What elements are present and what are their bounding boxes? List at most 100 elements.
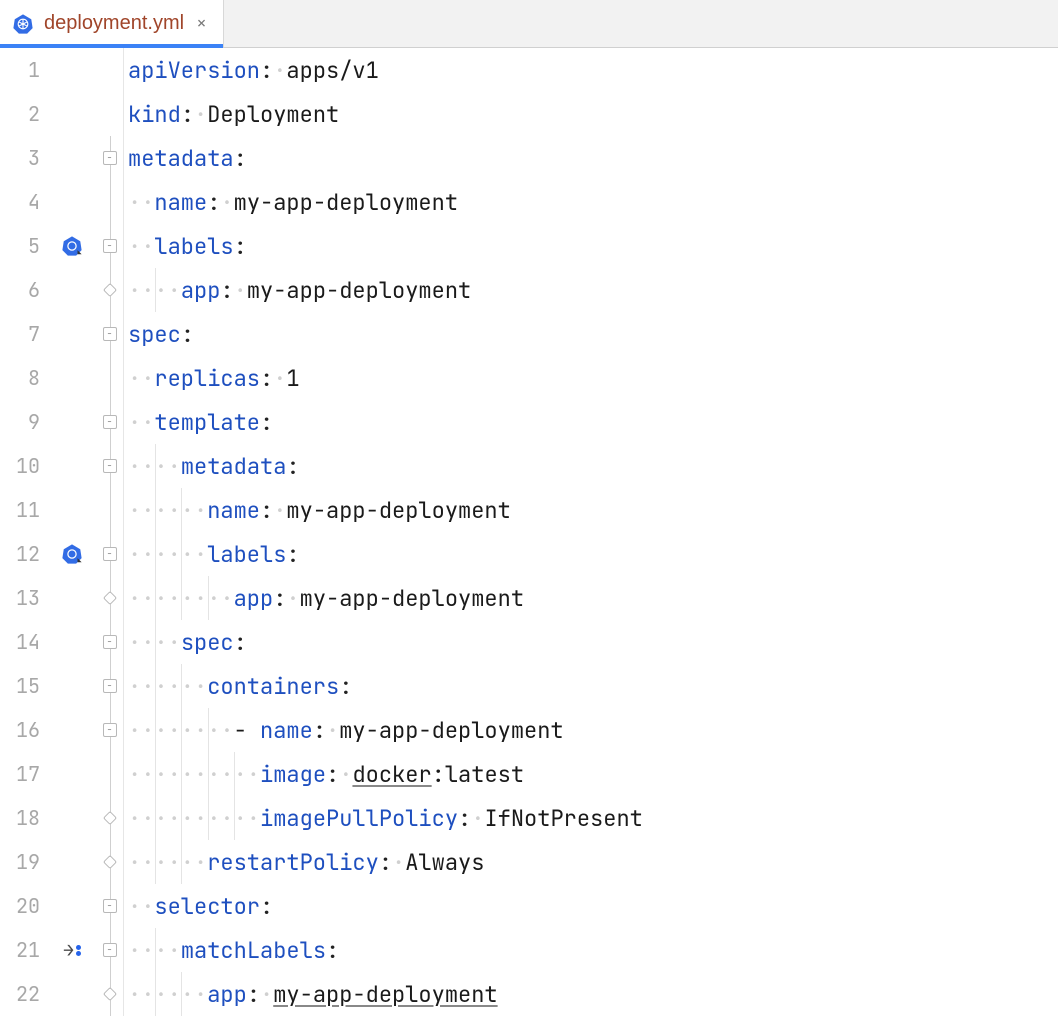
fold-end-icon[interactable]	[102, 987, 116, 1001]
gutter-row: 11	[0, 488, 96, 532]
code-text: ··········image:·docker:latest	[128, 760, 524, 789]
gutter-row: 22	[0, 972, 96, 1016]
code-line[interactable]: ····matchLabels:	[128, 928, 1058, 972]
fold-row: −	[96, 400, 123, 444]
fold-toggle-icon[interactable]: −	[103, 239, 117, 253]
code-line[interactable]: ······restartPolicy:·Always	[128, 840, 1058, 884]
gutter-row: 12	[0, 532, 96, 576]
code-line[interactable]: ········- name:·my-app-deployment	[128, 708, 1058, 752]
fold-row: −	[96, 928, 123, 972]
line-number: 12	[0, 541, 48, 567]
fold-toggle-icon[interactable]: −	[103, 679, 117, 693]
gutter-row: 17	[0, 752, 96, 796]
gutter-row: 6	[0, 268, 96, 312]
kubernetes-gutter-icon[interactable]	[61, 235, 83, 257]
code-line[interactable]: ··labels:	[128, 224, 1058, 268]
code-area[interactable]: apiVersion:·apps/v1 kind:·Deployment metad…	[124, 48, 1058, 1016]
code-line[interactable]: ······containers:	[128, 664, 1058, 708]
fold-row: −	[96, 136, 123, 180]
gutter-row: 15	[0, 664, 96, 708]
code-editor[interactable]: 123456789101112131415161718192021→22 −−−…	[0, 48, 1058, 1016]
line-number: 16	[0, 717, 48, 743]
code-line[interactable]: ····app:·my-app-deployment	[128, 268, 1058, 312]
fold-end-icon[interactable]	[102, 811, 116, 825]
breakpoint-icon[interactable]: →	[63, 939, 81, 962]
kubernetes-icon	[12, 13, 34, 35]
code-line[interactable]: ··template:	[128, 400, 1058, 444]
fold-toggle-icon[interactable]: −	[103, 723, 117, 737]
line-number: 19	[0, 849, 48, 875]
code-text: ······containers:	[128, 672, 352, 701]
code-line[interactable]: ······app:·my-app-deployment	[128, 972, 1058, 1016]
editor-tab[interactable]: deployment.yml ×	[0, 0, 224, 47]
code-text: ········- name:·my-app-deployment	[128, 716, 564, 745]
code-line[interactable]: ··name:·my-app-deployment	[128, 180, 1058, 224]
gutter-row: 4	[0, 180, 96, 224]
fold-toggle-icon[interactable]: −	[103, 151, 117, 165]
gutter-row: 14	[0, 620, 96, 664]
gutter-row: 1	[0, 48, 96, 92]
code-line[interactable]: ····spec:	[128, 620, 1058, 664]
kubernetes-gutter-icon[interactable]	[61, 543, 83, 565]
gutter-icons: →	[48, 939, 96, 962]
line-number: 15	[0, 673, 48, 699]
code-line[interactable]: metadata:	[128, 136, 1058, 180]
fold-row: −	[96, 664, 123, 708]
code-line[interactable]: kind:·Deployment	[128, 92, 1058, 136]
code-line[interactable]: ··········image:·docker:latest	[128, 752, 1058, 796]
code-line[interactable]: ······name:·my-app-deployment	[128, 488, 1058, 532]
fold-toggle-icon[interactable]: −	[103, 327, 117, 341]
code-line[interactable]: ········app:·my-app-deployment	[128, 576, 1058, 620]
gutter-row: 2	[0, 92, 96, 136]
fold-end-icon[interactable]	[102, 283, 116, 297]
code-text: ··template:	[128, 408, 273, 437]
fold-end-icon[interactable]	[102, 855, 116, 869]
gutter-row: 7	[0, 312, 96, 356]
fold-toggle-icon[interactable]: −	[103, 415, 117, 429]
code-text: kind:·Deployment	[128, 100, 339, 129]
code-line[interactable]: ··selector:	[128, 884, 1058, 928]
line-number: 17	[0, 761, 48, 787]
code-text: apiVersion:·apps/v1	[128, 56, 379, 85]
code-line[interactable]: ······labels:	[128, 532, 1058, 576]
fold-end-icon[interactable]	[102, 591, 116, 605]
fold-toggle-icon[interactable]: −	[103, 547, 117, 561]
code-text: ······name:·my-app-deployment	[128, 496, 511, 525]
line-number: 3	[0, 145, 48, 171]
fold-toggle-icon[interactable]: −	[103, 899, 117, 913]
gutter-row: 16	[0, 708, 96, 752]
code-text: ····matchLabels:	[128, 936, 339, 965]
line-number: 8	[0, 365, 48, 391]
gutter-icons	[48, 235, 96, 257]
fold-toggle-icon[interactable]: −	[103, 459, 117, 473]
code-line[interactable]: apiVersion:·apps/v1	[128, 48, 1058, 92]
fold-row: −	[96, 620, 123, 664]
code-text: ··········imagePullPolicy:·IfNotPresent	[128, 804, 643, 833]
code-text: ··selector:	[128, 892, 273, 921]
fold-row	[96, 488, 123, 532]
gutter-row: 5	[0, 224, 96, 268]
line-number: 2	[0, 101, 48, 127]
line-number: 18	[0, 805, 48, 831]
fold-row	[96, 180, 123, 224]
code-line[interactable]: spec:	[128, 312, 1058, 356]
fold-toggle-icon[interactable]: −	[103, 635, 117, 649]
fold-row	[96, 796, 123, 840]
code-text: ··labels:	[128, 232, 247, 261]
line-number: 11	[0, 497, 48, 523]
code-text: ····spec:	[128, 628, 247, 657]
fold-row: −	[96, 224, 123, 268]
gutter-row: 18	[0, 796, 96, 840]
code-line[interactable]: ··········imagePullPolicy:·IfNotPresent	[128, 796, 1058, 840]
tab-bar: deployment.yml ×	[0, 0, 1058, 48]
line-number: 13	[0, 585, 48, 611]
close-icon[interactable]: ×	[194, 12, 209, 35]
code-line[interactable]: ··replicas:·1	[128, 356, 1058, 400]
fold-row	[96, 92, 123, 136]
fold-row: −	[96, 444, 123, 488]
gutter-row: 13	[0, 576, 96, 620]
code-line[interactable]: ····metadata:	[128, 444, 1058, 488]
fold-toggle-icon[interactable]: −	[103, 943, 117, 957]
line-number: 22	[0, 981, 48, 1007]
line-number: 21	[0, 937, 48, 963]
